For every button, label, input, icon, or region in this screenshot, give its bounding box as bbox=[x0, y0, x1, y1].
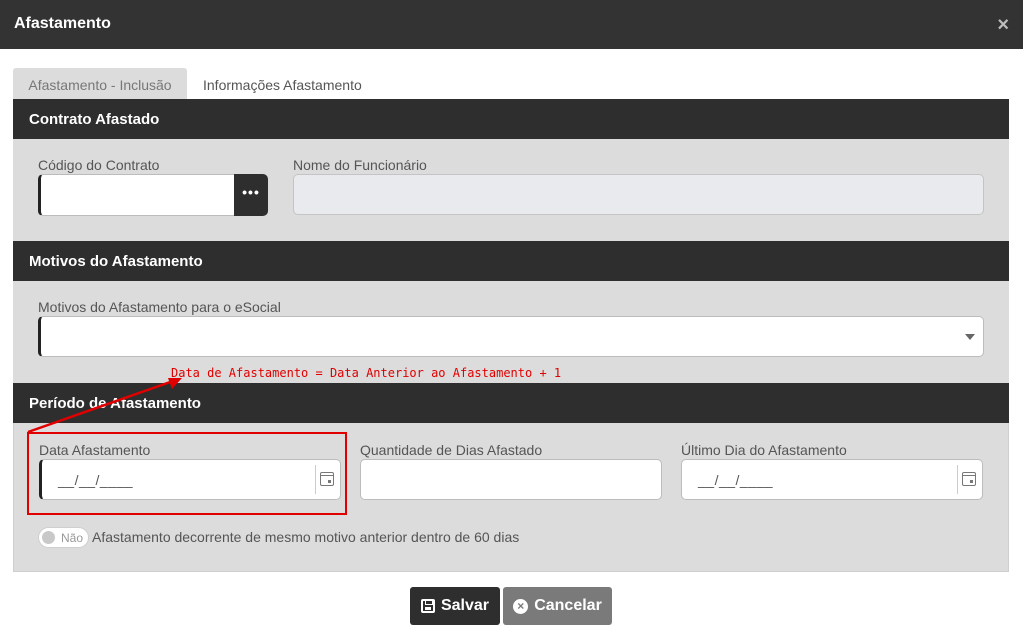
nome-funcionario-input bbox=[293, 174, 984, 215]
ultimo-dia-input[interactable]: __/__/____ bbox=[681, 459, 983, 500]
section-periodo-title: Período de Afastamento bbox=[29, 395, 201, 412]
data-afastamento-mask: __/__/____ bbox=[58, 472, 134, 488]
quantidade-dias-input[interactable] bbox=[360, 459, 662, 500]
tab-afastamento-inclusao[interactable]: Afastamento - Inclusão bbox=[13, 68, 187, 100]
close-icon[interactable]: × bbox=[997, 15, 1009, 35]
save-button-label: Salvar bbox=[440, 597, 490, 614]
quantidade-dias-label: Quantidade de Dias Afastado bbox=[360, 442, 543, 458]
cancel-button[interactable]: × Cancelar bbox=[503, 587, 612, 625]
lookup-contrato-button[interactable]: ••• bbox=[234, 174, 268, 216]
dialog-title: Afastamento bbox=[14, 15, 111, 32]
tab-informacoes-afastamento[interactable]: Informações Afastamento bbox=[203, 68, 362, 100]
section-contrato-title: Contrato Afastado bbox=[29, 111, 160, 128]
motivos-esocial-label: Motivos do Afastamento para o eSocial bbox=[38, 299, 281, 315]
field-separator bbox=[957, 465, 958, 494]
field-separator bbox=[315, 465, 316, 494]
data-afastamento-label: Data Afastamento bbox=[39, 442, 151, 458]
nome-funcionario-label: Nome do Funcionário bbox=[293, 157, 427, 173]
ultimo-dia-label: Último Dia do Afastamento bbox=[681, 442, 847, 458]
calendar-icon[interactable] bbox=[962, 472, 976, 486]
cancel-icon: × bbox=[513, 598, 529, 614]
mesmo-motivo-toggle[interactable]: Não bbox=[38, 527, 89, 548]
dialog-titlebar: Afastamento × bbox=[0, 0, 1023, 49]
chevron-down-icon bbox=[965, 334, 975, 340]
codigo-contrato-label: Código do Contrato bbox=[38, 157, 160, 173]
calendar-icon[interactable] bbox=[320, 472, 334, 486]
save-button[interactable]: Salvar bbox=[410, 587, 500, 625]
toggle-knob bbox=[42, 531, 55, 544]
section-periodo-header: Período de Afastamento bbox=[13, 383, 1009, 423]
toggle-state-text: Não bbox=[61, 531, 84, 545]
motivos-esocial-select[interactable] bbox=[38, 316, 984, 357]
mesmo-motivo-caption: Afastamento decorrente de mesmo motivo a… bbox=[92, 529, 520, 545]
data-afastamento-input[interactable]: __/__/____ bbox=[39, 459, 341, 500]
save-icon bbox=[420, 599, 435, 613]
section-motivos-title: Motivos do Afastamento bbox=[29, 253, 203, 270]
cancel-button-label: Cancelar bbox=[534, 597, 602, 614]
section-motivos-header: Motivos do Afastamento bbox=[13, 241, 1009, 281]
section-contrato-header: Contrato Afastado bbox=[13, 99, 1009, 139]
annotation-text: Data de Afastamento = Data Anterior ao A… bbox=[171, 366, 562, 380]
ultimo-dia-mask: __/__/____ bbox=[698, 472, 774, 488]
codigo-contrato-input[interactable] bbox=[38, 174, 238, 216]
